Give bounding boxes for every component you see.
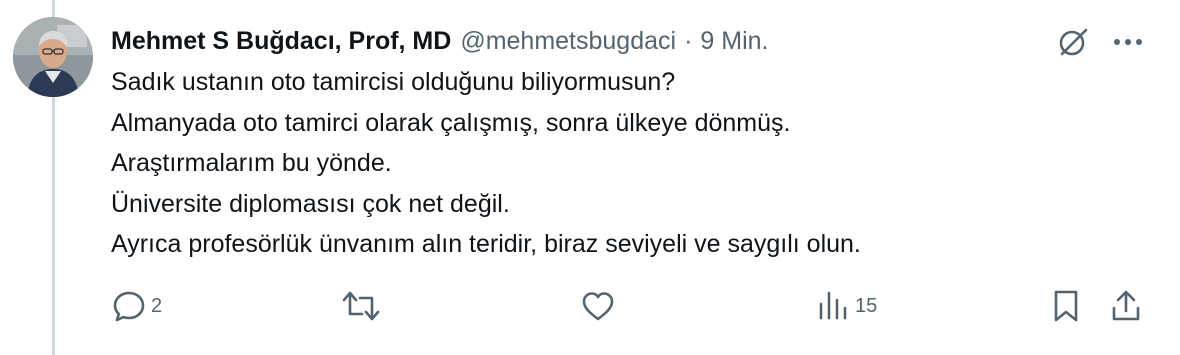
more-dots-icon xyxy=(1114,39,1142,45)
tweet-text: Sadık ustanın oto tamircisi olduğunu bil… xyxy=(111,62,1151,265)
views-button[interactable]: 15 xyxy=(815,288,877,324)
share-icon xyxy=(1112,290,1140,321)
tweet-text-line: Sadık ustanın oto tamircisi olduğunu bil… xyxy=(111,68,676,96)
views-count: 15 xyxy=(855,294,878,317)
tweet-text-line: Almanyada oto tamirci olarak çalışmış, s… xyxy=(111,108,791,137)
reply-count: 2 xyxy=(151,294,163,317)
avatar[interactable] xyxy=(13,17,93,97)
grok-icon xyxy=(1059,28,1088,56)
like-button[interactable] xyxy=(580,288,620,324)
views-icon xyxy=(819,291,847,320)
bookmark-icon xyxy=(1054,290,1078,322)
repost-button[interactable] xyxy=(341,288,385,324)
tweet-text-line: Ayrıca profesörlük ünvanım alın teridir,… xyxy=(111,230,861,258)
tweet-header: Mehmet S Buğdacı, Prof, MD @mehmetsbugda… xyxy=(111,24,769,58)
reply-button[interactable]: 2 xyxy=(111,288,162,324)
avatar-image xyxy=(13,17,93,97)
timestamp[interactable]: 9 Min. xyxy=(700,24,768,58)
bookmark-button[interactable] xyxy=(1050,288,1082,324)
separator-dot: · xyxy=(684,27,693,55)
more-options-button[interactable] xyxy=(1108,24,1148,60)
grok-button[interactable] xyxy=(1055,24,1091,60)
share-button[interactable] xyxy=(1108,288,1144,324)
author-name[interactable]: Mehmet S Buğdacı, Prof, MD xyxy=(111,24,451,58)
tweet-text-line: Üniversite diplomasısı çok net değil. xyxy=(111,189,510,218)
repost-icon xyxy=(342,291,380,321)
reply-icon xyxy=(113,291,145,322)
tweet-text-line: Araştırmalarım bu yönde. xyxy=(111,149,392,177)
author-handle[interactable]: @mehmetsbugdaci xyxy=(460,24,676,58)
heart-icon xyxy=(582,292,614,321)
